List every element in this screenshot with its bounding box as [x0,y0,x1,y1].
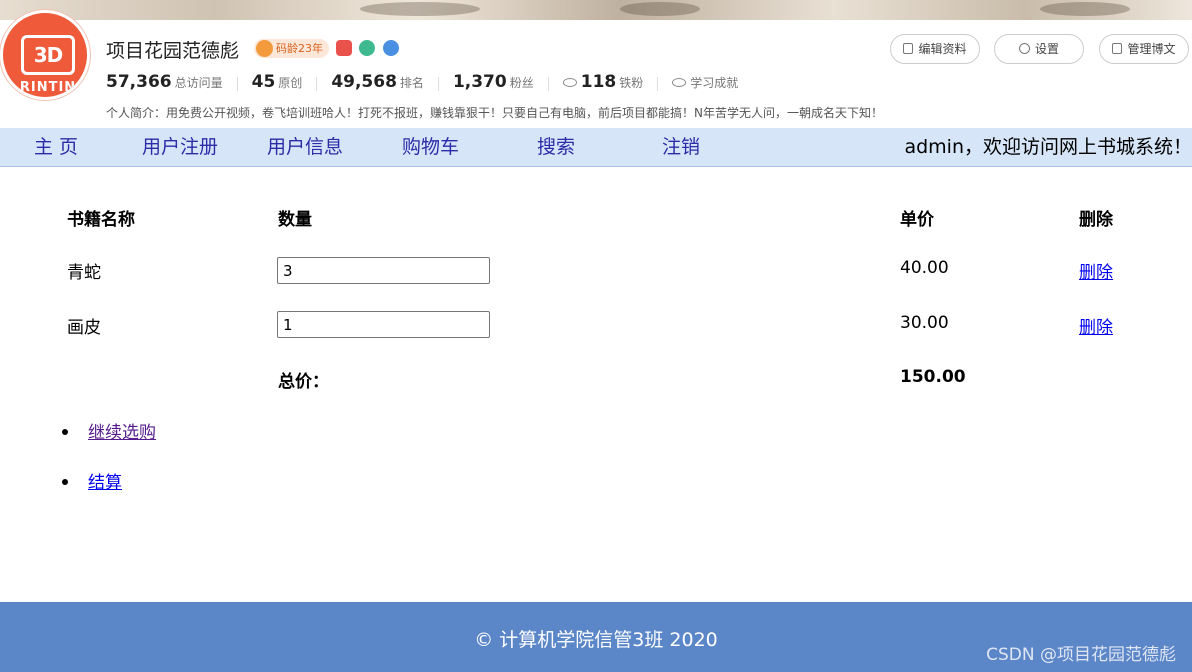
document-icon [1112,43,1123,54]
stat-fans-value: 1,370 [452,72,507,92]
csdn-watermark: CSDN @项目花园范德彪 [986,645,1176,665]
cart-row-1-quantity-input[interactable] [277,257,490,284]
stat-iron-fans-label: 铁粉 [619,76,644,90]
bullet [62,479,68,485]
certification-icon[interactable] [359,40,375,56]
avatar-logo: 3D [21,35,75,75]
stat-iron-fans[interactable]: 118 铁粉 [562,72,644,92]
cart-row-1-price: 40.00 [900,258,949,278]
total-price: 150.00 [900,367,966,387]
welcome-message: admin，欢迎访问网上书城系统！ [904,136,1192,158]
coding-age-badge: 码龄23年 [254,39,329,58]
banner-ink-brush [360,2,480,16]
edit-document-icon [903,43,914,54]
stat-original[interactable]: 45 原创 [252,72,303,92]
checkout-link[interactable]: 结算 [88,468,122,493]
cart-row-1-name: 青蛇 [67,263,101,283]
profile-header: 3D RINTIN 项目花园范德彪 码龄23年 57,366 总访问量 45 原… [0,10,1192,128]
stat-rank[interactable]: 49,568 排名 [331,72,424,92]
header-banner [0,0,1192,20]
nav-search[interactable]: 搜索 [537,128,575,166]
stat-divider [437,77,439,91]
nav-user-info[interactable]: 用户信息 [267,128,343,166]
footer: © 计算机学院信管3班 2020 CSDN @项目花园范德彪 [0,602,1192,672]
stat-visits-value: 57,366 [106,72,172,92]
stat-divider [236,77,238,91]
total-label: 总价： [278,372,329,392]
nav-cart[interactable]: 购物车 [402,128,459,166]
cart-row-2-price: 30.00 [900,313,949,333]
header-delete: 删除 [1079,210,1113,230]
gear-icon [1018,43,1030,54]
cart-row-2-delete-link[interactable]: 删除 [1079,313,1113,338]
header-unit-price: 单价 [900,210,934,230]
avatar[interactable]: 3D RINTIN [0,10,90,100]
achievement-label: 学习成就 [690,76,739,90]
stat-iron-fans-value: 118 [580,72,617,92]
banner-ink-brush [1040,2,1130,16]
stat-original-label: 原创 [278,76,303,90]
eye-icon [672,78,687,87]
main-nav: 主 页 用户注册 用户信息 购物车 搜索 注销 admin，欢迎访问网上书城系统… [0,128,1192,167]
banner-ink-brush [620,2,700,16]
settings-label: 设置 [1034,42,1059,56]
eye-icon [562,78,577,87]
profile-name[interactable]: 项目花园范德彪 [106,36,239,63]
verified-icon[interactable] [383,40,399,56]
cart-row-2-name: 画皮 [67,318,101,338]
profile-intro: 个人简介：用免费公开视频，卷飞培训班哈人！打死不报班，赚钱靠狠干！只要自己有电脑… [106,106,883,120]
stat-fans-label: 粉丝 [509,76,534,90]
continue-shopping-link[interactable]: 继续选购 [88,418,156,443]
profile-stats: 57,366 总访问量 45 原创 49,568 排名 1,370 粉丝 118… [106,72,738,96]
edit-profile-label: 编辑资料 [918,42,967,56]
medal-icon[interactable] [336,40,352,56]
coding-age-label: 码龄23年 [276,42,323,55]
manage-posts-label: 管理博文 [1127,42,1176,56]
header-book-name: 书籍名称 [67,210,135,230]
coding-age-icon [256,40,273,57]
bullet [62,429,68,435]
stat-achievement[interactable]: 学习成就 [672,74,738,91]
stat-rank-value: 49,568 [331,72,397,92]
stat-visits[interactable]: 57,366 总访问量 [106,72,223,92]
cart-row-2-quantity-input[interactable] [277,311,490,338]
stat-divider [547,77,549,91]
stat-divider [316,77,318,91]
nav-logout[interactable]: 注销 [662,128,700,166]
manage-posts-button[interactable]: 管理博文 [1099,34,1189,64]
nav-home[interactable]: 主 页 [34,128,78,166]
cart-row-1-delete-link[interactable]: 删除 [1079,258,1113,283]
edit-profile-button[interactable]: 编辑资料 [890,34,980,64]
stat-divider [657,77,659,91]
avatar-logo-word: RINTIN [19,80,77,95]
stat-fans[interactable]: 1,370 粉丝 [453,72,534,92]
stat-original-value: 45 [251,72,276,92]
stat-visits-label: 总访问量 [174,76,223,90]
stat-rank-label: 排名 [399,76,424,90]
header-quantity: 数量 [278,210,312,230]
nav-register[interactable]: 用户注册 [142,128,218,166]
settings-button[interactable]: 设置 [994,34,1084,64]
